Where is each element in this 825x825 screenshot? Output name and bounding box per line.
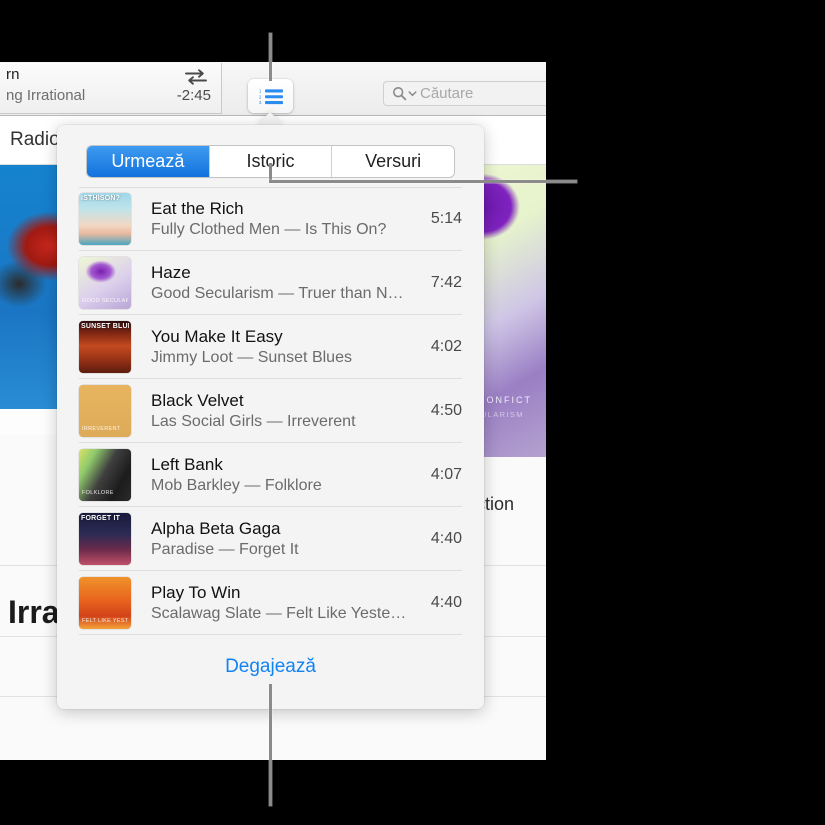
popover-arrow bbox=[256, 112, 284, 126]
album-art-caption-secondary: FELT LIKE YESTERDAY bbox=[82, 618, 128, 624]
search-icon bbox=[392, 86, 407, 101]
track-artist-album: Mob Barkley — Folklore bbox=[151, 475, 408, 496]
track-title: Alpha Beta Gaga bbox=[151, 518, 408, 539]
screenshot-root: NONFICT CULARISM Irra iction Radio Store… bbox=[0, 0, 825, 825]
track-row[interactable]: GOOD SECULARISM HazeGood Secularism — Tru… bbox=[79, 251, 462, 315]
track-artist-album: Las Social Girls — Irreverent bbox=[151, 411, 408, 432]
now-playing-remaining-time: -2:45 bbox=[177, 87, 211, 104]
album-art-thumbnail: SUNSET BLUES bbox=[79, 321, 131, 373]
track-title: You Make It Easy bbox=[151, 326, 408, 347]
track-text-block: Play To WinScalawag Slate — Felt Like Ye… bbox=[151, 582, 408, 624]
album-art-left[interactable] bbox=[0, 165, 64, 435]
track-duration: 4:07 bbox=[418, 466, 462, 484]
search-placeholder-text: Căutare bbox=[420, 85, 473, 102]
album-art-caption-secondary: GOOD SECULARISM bbox=[82, 298, 128, 304]
up-next-popover: Urmează Istoric Versuri ISTHISON?Eat the… bbox=[57, 125, 484, 709]
track-duration: 5:14 bbox=[418, 210, 462, 228]
album-art-caption: FORGET IT bbox=[81, 515, 129, 522]
callout-line-tabs-horizontal bbox=[269, 180, 577, 183]
callout-line-clear-button bbox=[269, 684, 272, 806]
queue-button[interactable]: 1 2 3 bbox=[248, 79, 293, 113]
now-playing-subtitle: ng Irrational bbox=[6, 87, 85, 104]
track-text-block: Black VelvetLas Social Girls — Irreveren… bbox=[151, 390, 408, 432]
track-duration: 7:42 bbox=[418, 274, 462, 292]
now-playing-title: rn bbox=[6, 66, 20, 83]
track-row[interactable]: FORGET IT Alpha Beta GagaParadise — Forge… bbox=[79, 507, 462, 571]
track-duration: 4:40 bbox=[418, 594, 462, 612]
numbered-list-icon: 1 2 3 bbox=[259, 88, 283, 105]
repeat-icon[interactable] bbox=[183, 67, 209, 87]
album-art-thumbnail: ISTHISON? bbox=[79, 193, 131, 245]
svg-text:2: 2 bbox=[259, 94, 262, 99]
album-art-left-footer bbox=[0, 409, 64, 435]
callout-line-queue-button bbox=[269, 33, 272, 81]
track-artist-album: Jimmy Loot — Sunset Blues bbox=[151, 347, 408, 368]
track-duration: 4:50 bbox=[418, 402, 462, 420]
track-row[interactable]: FOLKLORE Left BankMob Barkley — Folklore 4… bbox=[79, 443, 462, 507]
clear-queue-button[interactable]: Degajează bbox=[225, 656, 316, 678]
track-text-block: HazeGood Secularism — Truer than N… bbox=[151, 262, 408, 304]
album-art-thumbnail: GOOD SECULARISM bbox=[79, 257, 131, 309]
album-art-caption: ISTHISON? bbox=[81, 195, 129, 202]
now-playing-display[interactable]: rn ng Irrational -2:45 bbox=[0, 63, 222, 114]
album-art-caption: SUNSET BLUES bbox=[81, 323, 129, 330]
track-row[interactable]: FELT LIKE YESTERDAY Play To WinScalawag S… bbox=[79, 571, 462, 635]
tab-lyrics-label: Versuri bbox=[365, 151, 421, 172]
track-row[interactable]: ISTHISON? Eat the RichFully Clothed Men —… bbox=[79, 187, 462, 251]
tab-up-next-label: Urmează bbox=[111, 151, 184, 172]
track-duration: 4:40 bbox=[418, 530, 462, 548]
nav-item-radio[interactable]: Radio bbox=[10, 129, 60, 151]
track-row[interactable]: SUNSET BLUES You Make It EasyJimmy Loot —… bbox=[79, 315, 462, 379]
queue-track-list: ISTHISON? Eat the RichFully Clothed Men —… bbox=[57, 187, 484, 635]
album-art-thumbnail: FELT LIKE YESTERDAY bbox=[79, 577, 131, 629]
album-art-thumbnail: IRREVERENT bbox=[79, 385, 131, 437]
track-text-block: You Make It EasyJimmy Loot — Sunset Blue… bbox=[151, 326, 408, 368]
track-title: Black Velvet bbox=[151, 390, 408, 411]
track-artist-album: Fully Clothed Men — Is This On? bbox=[151, 219, 408, 240]
tab-up-next[interactable]: Urmează bbox=[87, 146, 209, 177]
track-artist-album: Paradise — Forget It bbox=[151, 539, 408, 560]
tab-lyrics[interactable]: Versuri bbox=[331, 146, 454, 177]
album-art-thumbnail: FORGET IT bbox=[79, 513, 131, 565]
track-title: Play To Win bbox=[151, 582, 408, 603]
album-art-caption-secondary: FOLKLORE bbox=[82, 490, 128, 496]
track-title: Left Bank bbox=[151, 454, 408, 475]
album-art-caption-secondary: IRREVERENT bbox=[82, 426, 128, 432]
track-duration: 4:02 bbox=[418, 338, 462, 356]
album-art-right-caption-primary: NONFICT bbox=[478, 395, 546, 405]
album-title-left: Irra bbox=[8, 594, 60, 631]
album-art-thumbnail: FOLKLORE bbox=[79, 449, 131, 501]
svg-text:3: 3 bbox=[259, 100, 262, 105]
track-artist-album: Scalawag Slate — Felt Like Yeste… bbox=[151, 603, 408, 624]
track-text-block: Eat the RichFully Clothed Men — Is This … bbox=[151, 198, 408, 240]
track-text-block: Left BankMob Barkley — Folklore bbox=[151, 454, 408, 496]
search-input[interactable]: Căutare bbox=[383, 81, 546, 106]
svg-text:1: 1 bbox=[259, 88, 262, 93]
album-art-right-caption-secondary: CULARISM bbox=[474, 410, 546, 419]
track-artist-album: Good Secularism — Truer than N… bbox=[151, 283, 408, 304]
track-title: Eat the Rich bbox=[151, 198, 408, 219]
track-title: Haze bbox=[151, 262, 408, 283]
track-text-block: Alpha Beta GagaParadise — Forget It bbox=[151, 518, 408, 560]
chevron-down-icon bbox=[408, 89, 417, 98]
track-row[interactable]: IRREVERENT Black VelvetLas Social Girls —… bbox=[79, 379, 462, 443]
